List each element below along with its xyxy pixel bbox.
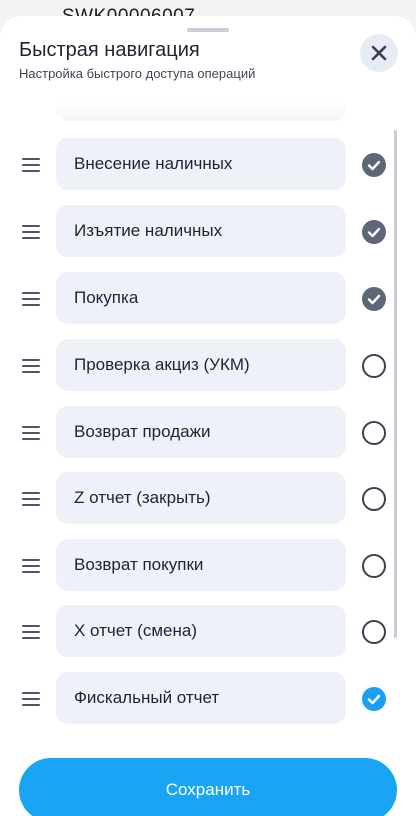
checkbox-checked-active[interactable] (362, 687, 386, 711)
operations-list[interactable]: Внесение наличных Изъятие наличных Покуп… (0, 101, 416, 751)
checkbox-unchecked[interactable] (362, 487, 386, 511)
quick-navigation-sheet: Быстрая навигация Настройка быстрого дос… (0, 16, 416, 816)
operation-pill (56, 101, 346, 121)
drag-handle-icon[interactable] (22, 558, 40, 574)
list-item[interactable]: Z отчет (закрыть) (0, 472, 416, 526)
checkmark-icon (367, 694, 381, 705)
operation-pill[interactable]: Возврат продажи (56, 406, 346, 458)
operation-label: Фискальный отчет (74, 688, 220, 707)
operation-label: Изъятие наличных (74, 221, 223, 240)
checkmark-icon (367, 160, 381, 171)
operation-label: Покупка (74, 288, 139, 307)
drag-handle-icon[interactable] (22, 224, 40, 240)
operation-pill[interactable]: Фискальный отчет (56, 672, 346, 724)
checkbox-checked[interactable] (362, 153, 386, 177)
list-item[interactable]: Возврат продажи (0, 406, 416, 460)
list-item[interactable]: Внесение наличных (0, 138, 416, 192)
drag-handle-icon[interactable] (22, 691, 40, 707)
close-button[interactable] (360, 34, 398, 72)
operation-pill[interactable]: Проверка акциз (УКМ) (56, 339, 346, 391)
operation-label: Внесение наличных (74, 154, 233, 173)
operation-pill[interactable]: Возврат покупки (56, 539, 346, 591)
list-item[interactable]: Фискальный отчет (0, 672, 416, 726)
drag-handle-icon[interactable] (22, 358, 40, 374)
list-item[interactable]: Покупка (0, 272, 416, 326)
checkbox-checked[interactable] (362, 287, 386, 311)
checkbox-checked[interactable] (362, 220, 386, 244)
list-item[interactable]: Изъятие наличных (0, 205, 416, 259)
checkbox-unchecked[interactable] (362, 554, 386, 578)
list-item-partial[interactable] (0, 101, 416, 123)
save-button-label: Сохранить (165, 780, 251, 799)
list-item[interactable]: X отчет (смена) (0, 605, 416, 659)
checkbox-unchecked[interactable] (362, 354, 386, 378)
operation-label: Z отчет (закрыть) (74, 488, 211, 507)
checkbox-unchecked[interactable] (362, 421, 386, 445)
close-icon (371, 45, 387, 61)
drag-handle-icon[interactable] (22, 491, 40, 507)
operation-pill[interactable]: X отчет (смена) (56, 605, 346, 657)
checkbox-unchecked[interactable] (362, 620, 386, 644)
list-item[interactable]: Возврат покупки (0, 539, 416, 593)
save-button[interactable]: Сохранить (19, 758, 397, 816)
operation-pill[interactable]: Z отчет (закрыть) (56, 472, 346, 524)
drag-handle-icon[interactable] (22, 624, 40, 640)
drag-handle-icon[interactable] (22, 425, 40, 441)
checkmark-icon (367, 227, 381, 238)
sheet-title: Быстрая навигация (19, 39, 200, 61)
operation-label: X отчет (смена) (74, 621, 197, 640)
checkmark-icon (367, 294, 381, 305)
operation-label: Возврат покупки (74, 555, 204, 574)
operation-pill[interactable]: Внесение наличных (56, 138, 346, 190)
operation-pill[interactable]: Изъятие наличных (56, 205, 346, 257)
drag-handle-icon[interactable] (22, 291, 40, 307)
operation-label: Возврат продажи (74, 422, 211, 441)
list-item[interactable]: Проверка акциз (УКМ) (0, 339, 416, 393)
list-scrollbar[interactable] (394, 130, 397, 638)
operation-label: Проверка акциз (УКМ) (74, 355, 250, 374)
sheet-subtitle: Настройка быстрого доступа операций (19, 66, 256, 81)
sheet-grabber-handle[interactable] (187, 28, 229, 32)
operation-pill[interactable]: Покупка (56, 272, 346, 324)
drag-handle-icon[interactable] (22, 157, 40, 173)
